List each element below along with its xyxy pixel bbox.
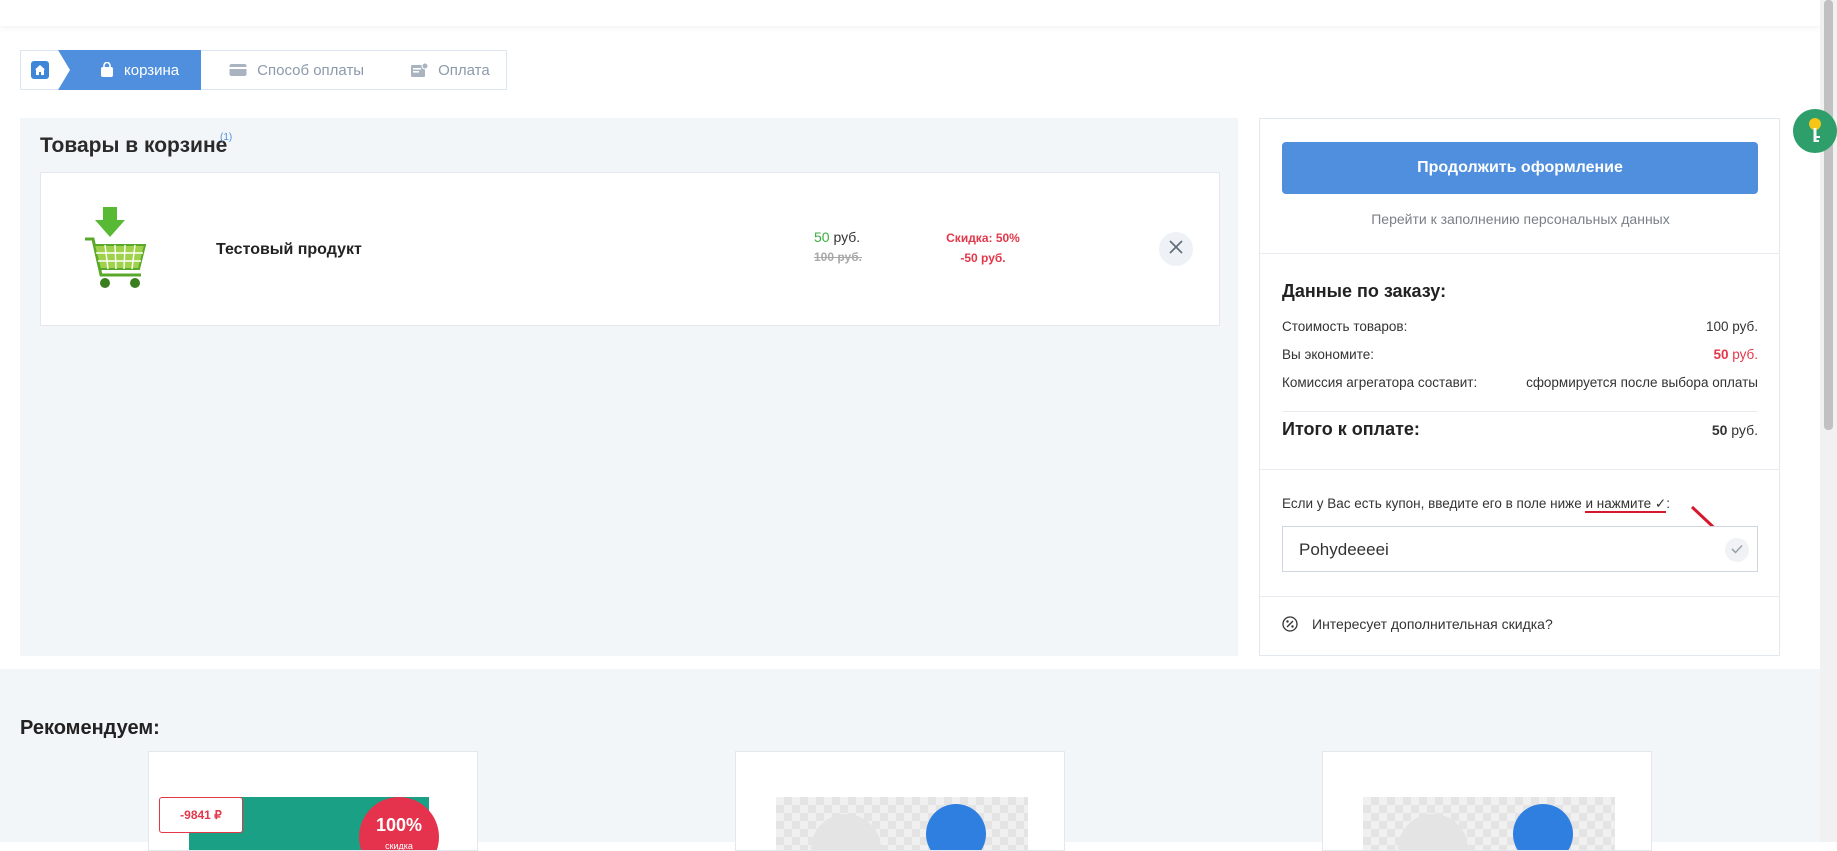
- order-row-commission: Комиссия агрегатора составит: сформирует…: [1282, 375, 1758, 390]
- row-label: Вы экономите:: [1282, 347, 1374, 362]
- coupon-text-before: Если у Вас есть купон, введите его в пол…: [1282, 496, 1586, 511]
- divider: [1260, 596, 1779, 597]
- extra-discount-link[interactable]: Интересует дополнительная скидка?: [1282, 616, 1553, 632]
- discount-amount: -50 руб.: [960, 251, 1006, 265]
- price-currency: руб.: [833, 229, 861, 245]
- close-icon: [1168, 239, 1184, 260]
- home-icon: [30, 61, 49, 79]
- key-icon[interactable]: [1793, 109, 1837, 153]
- discount-circle-label: скидка: [385, 841, 413, 851]
- coupon-text-underlined: и нажмите ✓: [1585, 496, 1667, 513]
- percent-icon: [1282, 616, 1298, 632]
- breadcrumb-step-label: корзина: [124, 61, 180, 79]
- discount-label: Скидка: 50%: [946, 231, 1020, 245]
- divider: [1260, 253, 1779, 254]
- breadcrumb-step-label: Оплата: [438, 61, 490, 79]
- continue-hint: Перейти к заполнению персональных данных: [1371, 211, 1670, 227]
- divider: [1282, 411, 1758, 412]
- checkout-breadcrumb: корзина Способ оплаты Оплата: [20, 50, 507, 90]
- row-label: Комиссия агрегатора составит:: [1282, 375, 1478, 390]
- savings-amount: 50: [1713, 347, 1729, 362]
- product-old-price: 100 руб.: [814, 250, 862, 264]
- recommended-product-card[interactable]: [735, 751, 1065, 851]
- extra-discount-label: Интересует дополнительная скидка?: [1312, 616, 1553, 632]
- coupon-input[interactable]: [1297, 539, 1701, 561]
- breadcrumb-step-payment-method[interactable]: Способ оплаты: [201, 50, 383, 90]
- recommended-product-card[interactable]: -9841 ₽ 100% скидка: [148, 751, 478, 851]
- checkmark-icon: [1731, 541, 1743, 559]
- coupon-field[interactable]: [1282, 526, 1758, 572]
- savings-currency: руб.: [1732, 347, 1758, 362]
- row-label: Стоимость товаров:: [1282, 319, 1408, 334]
- total-label: Итого к оплате:: [1282, 419, 1420, 439]
- coupon-instructions: Если у Вас есть купон, введите его в пол…: [1282, 496, 1670, 513]
- cart-title: Товары в корзине: [40, 134, 228, 157]
- breadcrumb-step-payment[interactable]: Оплата: [382, 50, 507, 90]
- total-currency: руб.: [1731, 422, 1758, 438]
- discount-circle-value: 100%: [375, 815, 423, 835]
- shopping-cart-icon[interactable]: [81, 207, 149, 298]
- coupon-text-after: :: [1666, 496, 1670, 511]
- recommendations-title: Рекомендуем:: [20, 717, 160, 739]
- scrollbar-thumb[interactable]: [1824, 0, 1833, 430]
- product-price: 50 руб.: [814, 229, 860, 245]
- recommended-product-card[interactable]: [1322, 751, 1652, 851]
- receipt-icon: [410, 62, 429, 78]
- breadcrumb-home[interactable]: [20, 50, 58, 90]
- total-amount: 50: [1711, 422, 1728, 438]
- breadcrumb-step-cart[interactable]: корзина: [57, 50, 214, 90]
- row-value: сформируется после выбора оплаты: [1526, 375, 1758, 390]
- price-value: 50: [814, 229, 830, 245]
- order-row-savings: Вы экономите: 50 руб.: [1282, 347, 1758, 362]
- total-value: 50 руб.: [1712, 422, 1758, 438]
- discount-badge: -9841 ₽: [159, 797, 243, 833]
- order-data-title: Данные по заказу:: [1282, 281, 1447, 301]
- top-header-bar: [0, 0, 1820, 26]
- remove-item-button[interactable]: [1159, 232, 1193, 266]
- cart-count-badge: (1): [220, 132, 233, 143]
- row-value: 100 руб.: [1705, 319, 1758, 334]
- bag-icon: [100, 62, 114, 78]
- continue-checkout-button[interactable]: Продолжить оформление: [1282, 142, 1758, 194]
- row-value: 50 руб.: [1713, 347, 1758, 362]
- divider: [1260, 469, 1779, 470]
- order-row-goods-cost: Стоимость товаров: 100 руб.: [1282, 319, 1758, 334]
- card-icon: [229, 63, 247, 77]
- product-name[interactable]: Тестовый продукт: [216, 241, 362, 259]
- cart-item: Тестовый продукт 50 руб. 100 руб. Скидка…: [40, 172, 1220, 326]
- order-summary-panel: Продолжить оформление Перейти к заполнен…: [1259, 118, 1780, 656]
- cart-panel: Товары в корзине (1) Тестовый продукт 50…: [20, 118, 1238, 656]
- order-total: Итого к оплате: 50 руб.: [1282, 419, 1758, 440]
- breadcrumb-step-label: Способ оплаты: [257, 61, 365, 79]
- apply-coupon-button[interactable]: [1725, 538, 1749, 562]
